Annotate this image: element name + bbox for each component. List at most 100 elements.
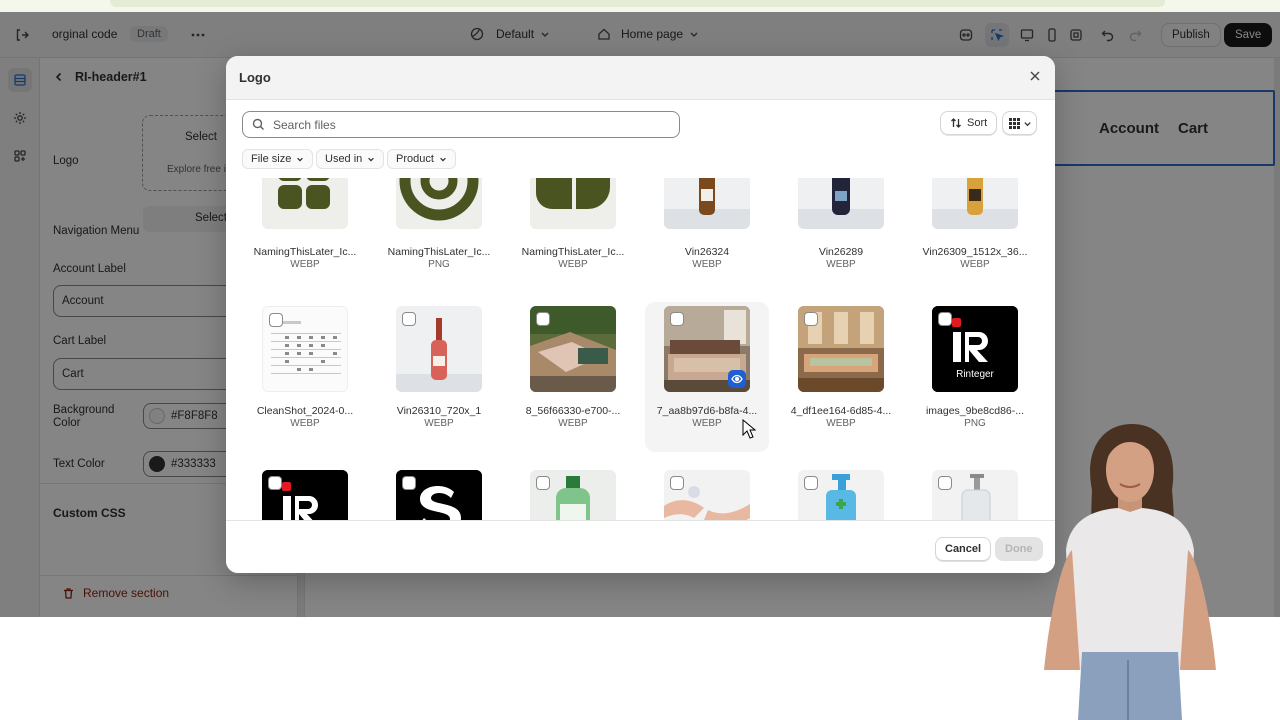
top-strip-bar [110,0,1165,7]
file-thumbnail [798,178,884,229]
modal-title: Logo [239,70,271,85]
file-thumbnail [262,306,348,392]
file-type: WEBP [290,259,320,270]
file-checkbox[interactable] [670,476,684,490]
filter-label: Product [396,153,434,165]
file-thumbnail [530,178,616,229]
mouse-cursor-icon [742,418,757,442]
search-input[interactable] [273,117,653,132]
file-tile[interactable] [913,466,1037,520]
file-thumbnail [664,306,750,392]
file-picker-modal: Logo Sort File size Used in Product Nami… [226,56,1055,573]
file-tile[interactable]: Vin26324 WEBP [645,178,769,293]
search-icon [252,118,265,131]
file-thumbnail [530,470,616,520]
filter-used-in[interactable]: Used in [316,149,385,169]
file-type: WEBP [558,259,588,270]
file-tile[interactable] [511,466,635,520]
file-tile[interactable]: 8_56f66330-e700-... WEBP [511,302,635,452]
browser-top-strip [0,0,1280,12]
file-type: WEBP [424,418,454,429]
file-thumbnail [664,470,750,520]
file-checkbox[interactable] [804,312,818,326]
file-thumbnail [932,178,1018,229]
file-thumbnail [262,178,348,229]
file-thumbnail [396,470,482,520]
file-thumbnail [932,470,1018,520]
file-name: NamingThisLater_Ic... [521,246,625,258]
file-tile[interactable] [377,466,501,520]
presenter-video-overlay [1030,420,1230,720]
view-toggle-button[interactable] [1002,111,1037,135]
file-name: 4_df1ee164-6d85-4... [790,405,892,417]
file-thumbnail [664,178,750,229]
file-name: 8_56f66330-e700-... [525,405,621,417]
file-tile[interactable] [645,466,769,520]
file-name: NamingThisLater_Ic... [387,246,491,258]
file-name: Vin26289 [818,246,864,258]
file-type: WEBP [290,418,320,429]
sort-label: Sort [967,117,988,129]
file-name: NamingThisLater_Ic... [253,246,357,258]
file-checkbox[interactable] [268,476,282,490]
cancel-button[interactable]: Cancel [935,537,992,561]
file-name: Vin26310_720x_1 [396,405,482,417]
file-checkbox[interactable] [402,476,416,490]
chevron-down-icon [367,155,375,163]
modal-footer: Cancel Done [226,520,1055,573]
file-thumbnail [396,306,482,392]
chevron-down-icon [439,155,447,163]
file-checkbox[interactable] [938,476,952,490]
file-type: PNG [964,418,986,429]
file-name: Vin26309_1512x_36... [922,246,1028,258]
grid-view-icon [1008,117,1021,130]
file-tile[interactable]: NamingThisLater_Ic... PNG [377,178,501,293]
file-tile[interactable]: CleanShot_2024-0... WEBP [243,302,367,452]
file-tile[interactable]: 4_df1ee164-6d85-4... WEBP [779,302,903,452]
sort-button[interactable]: Sort [940,111,998,135]
file-type: WEBP [826,418,856,429]
file-type: WEBP [558,418,588,429]
file-checkbox[interactable] [670,312,684,326]
file-type: PNG [428,259,450,270]
file-tile[interactable]: Vin26289 WEBP [779,178,903,293]
file-thumbnail [262,470,348,520]
sort-icon [950,117,962,129]
file-tile[interactable]: Vin26309_1512x_36... WEBP [913,178,1037,293]
file-checkbox[interactable] [536,476,550,490]
preview-eye-icon[interactable] [728,370,746,388]
rinteger-logo-text: Rinteger [956,369,994,380]
file-tile[interactable] [779,466,903,520]
file-name: images_9be8cd86-... [925,405,1025,417]
filter-product[interactable]: Product [387,149,456,169]
close-icon[interactable] [1029,70,1041,82]
file-tile[interactable]: NamingThisLater_Ic... WEBP [243,178,367,293]
file-grid: NamingThisLater_Ic... WEBP NamingThisLat… [226,178,1055,520]
file-tile[interactable]: Vin26310_720x_1 WEBP [377,302,501,452]
chevron-down-icon [296,155,304,163]
file-thumbnail [396,178,482,229]
file-thumbnail [798,470,884,520]
file-name: 7_aa8b97d6-b8fa-4... [656,405,758,417]
modal-header: Logo [226,56,1055,100]
file-checkbox[interactable] [269,313,283,327]
file-name: Vin26324 [684,246,730,258]
file-thumbnail [530,306,616,392]
filter-file-size[interactable]: File size [242,149,314,169]
filter-label: Used in [325,153,363,165]
file-type: WEBP [826,259,856,270]
file-checkbox[interactable] [938,312,952,326]
file-tile[interactable] [243,466,367,520]
filter-label: File size [251,153,292,165]
file-type: WEBP [692,259,722,270]
file-tile[interactable]: NamingThisLater_Ic... WEBP [511,178,635,293]
file-checkbox[interactable] [402,312,416,326]
file-tile[interactable]: Rinteger images_9be8cd86-... PNG [913,302,1037,452]
file-thumbnail: Rinteger [932,306,1018,392]
file-name: CleanShot_2024-0... [256,405,354,417]
chevron-down-icon [1023,119,1032,128]
file-checkbox[interactable] [804,476,818,490]
file-thumbnail [798,306,884,392]
search-field[interactable] [242,111,680,138]
file-checkbox[interactable] [536,312,550,326]
